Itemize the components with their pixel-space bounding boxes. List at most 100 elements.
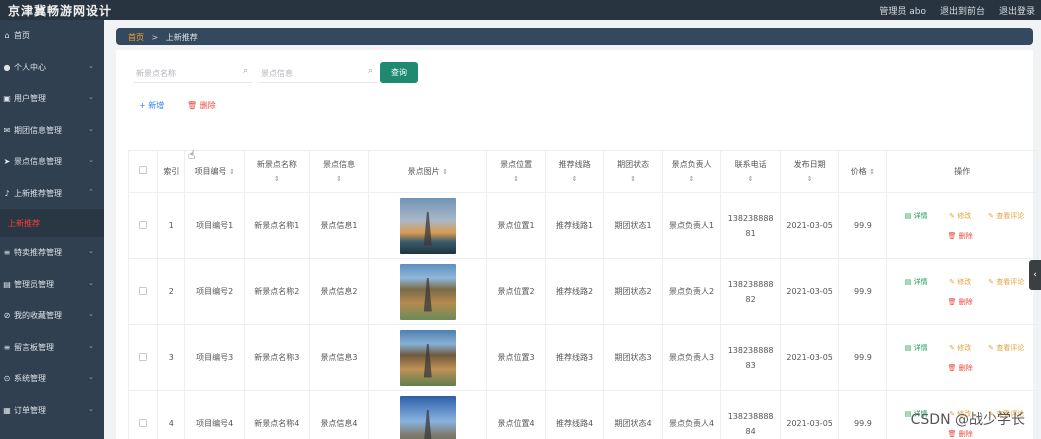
row-checkbox[interactable] [139, 220, 148, 229]
settings-icon: ⊙ [3, 374, 11, 384]
scenic-thumbnail[interactable] [399, 395, 456, 439]
sidebar-item[interactable]: ● 个人中心 ⌄ [0, 52, 104, 84]
back-to-front-link[interactable]: 退出到前台 [940, 4, 985, 17]
view-reviews-button[interactable]: ✎ 查看评论 [982, 277, 1030, 287]
col-info-label: 景点信息 [322, 159, 355, 169]
cell-image [368, 324, 488, 391]
batch-delete-button[interactable]: 🗑 删除 [187, 100, 216, 111]
cell-date: 2021-03-05 [779, 324, 840, 391]
col-price[interactable]: 价格 ⇕ [838, 150, 888, 193]
detail-button[interactable]: ▤ 详情 [894, 211, 938, 221]
row-checkbox[interactable] [139, 418, 148, 427]
breadcrumb-home[interactable]: 首页 [128, 33, 144, 42]
top-header: 京津冀畅游网设计 管理员 abo 退出到前台 退出登录 [0, 0, 1041, 20]
cell-info: 景点信息3 [308, 324, 370, 391]
cell-owner: 景点负责人1 [661, 192, 722, 259]
delete-button[interactable]: 🗑 删除 [938, 231, 982, 241]
detail-button[interactable]: ▤ 详情 [894, 277, 938, 287]
phone-line-2: 82 [745, 294, 756, 304]
sidebar-item[interactable]: ▤ 管理员管理 ⌄ [0, 269, 104, 301]
cell-phone: 138238888 81 [720, 192, 781, 259]
sidebar: ⌂ 首页 ● 个人中心 ⌄ ▣ 用户管理 ⌄ ✉ 期团信息管理 ⌄ ➤ 景点信息管理 ⌄ ♪ 上新推荐管理 ⌃ 上… [0, 20, 104, 439]
edit-button[interactable]: ✎ 修改 [938, 277, 982, 287]
search-info-input[interactable]: 景点信息 ⌕ [259, 62, 377, 83]
chevron-down-icon: ⌄ [88, 310, 94, 318]
col-owner[interactable]: 景点负责人 ⇕ [661, 150, 722, 193]
col-status[interactable]: 期团状态 ⇕ [603, 150, 663, 193]
delete-button[interactable]: 🗑 删除 [938, 429, 982, 439]
scenic-thumbnail[interactable] [399, 329, 456, 386]
data-table: 索引 项目编号 ⇕ 新景点名称 ⇕ 景点信息 ⇕ 景点图片 ⇕ 景点位置 ⇕ 推荐线路… [127, 150, 1038, 439]
table-row[interactable]: 1 项目编号1 新景点名称1 景点信息1 景点位置1 推荐线路1 期团状态1 景点负责人1 13… [127, 192, 1038, 259]
sidebar-item[interactable]: ⊘ 我的收藏管理 ⌄ [0, 300, 104, 332]
sidebar-item[interactable]: ⊙ 系统管理 ⌄ [0, 363, 104, 395]
col-name[interactable]: 新景点名称 ⇕ [243, 150, 310, 193]
delete-label: 删除 [958, 363, 973, 372]
sidebar-item[interactable]: ▣ 用户管理 ⌄ [0, 83, 104, 115]
detail-button[interactable]: ▤ 详情 [894, 343, 938, 353]
col-image[interactable]: 景点图片 ⇕ [368, 150, 488, 193]
cell-info: 景点信息1 [308, 192, 370, 259]
cell-route: 推荐线路3 [544, 324, 605, 391]
sidebar-item[interactable]: ✉ 期团信息管理 ⌄ [0, 115, 104, 147]
cell-ops: ▤ 详情 ✎ 修改 ✎ 查看评论 🗑 删除 [886, 192, 1038, 259]
search-name-input[interactable]: 新景点名称 ⌕ [134, 62, 252, 83]
col-route[interactable]: 推荐线路 ⇕ [544, 150, 605, 193]
query-button[interactable]: 查询 [380, 62, 418, 83]
edit-button[interactable]: ✎ 修改 [938, 211, 982, 221]
cell-location: 景点位置2 [486, 258, 546, 325]
col-phone[interactable]: 联系电话 ⇕ [720, 150, 781, 193]
col-date-label: 发布日期 [793, 159, 826, 169]
delete-button[interactable]: 🗑 删除 [938, 363, 982, 373]
table-row[interactable]: 4 项目编号4 新景点名称4 景点信息4 景点位置4 推荐线路4 期团状态4 景点负责人4 13… [127, 390, 1038, 439]
delete-button[interactable]: 🗑 删除 [938, 297, 982, 307]
edit-label: 修改 [957, 343, 972, 352]
col-info[interactable]: 景点信息 ⇕ [308, 150, 370, 193]
row-checkbox[interactable] [139, 286, 148, 295]
cell-date: 2021-03-05 [779, 258, 840, 325]
add-button[interactable]: + 新增 [139, 100, 164, 111]
cell-name: 新景点名称3 [243, 324, 310, 391]
sidebar-item-label: 个人中心 [14, 62, 46, 72]
view-reviews-label: 查看评论 [996, 211, 1025, 220]
scenic-thumbnail[interactable] [399, 263, 456, 320]
chevron-down-icon: ⌄ [88, 373, 94, 381]
cell-info: 景点信息4 [308, 390, 370, 439]
sidebar-item[interactable]: ≡ 特卖推荐管理 ⌄ [0, 237, 104, 269]
sort-icon: ⇕ [747, 174, 754, 183]
edit-icon: ✎ [988, 211, 995, 220]
detail-icon: ▤ [904, 343, 912, 352]
table-row[interactable]: 2 项目编号2 新景点名称2 景点信息2 景点位置2 推荐线路2 期团状态2 景点负责人2 13… [127, 258, 1038, 325]
table-row[interactable]: 3 项目编号3 新景点名称3 景点信息3 景点位置3 推荐线路3 期团状态3 景点负责人3 13… [127, 324, 1038, 391]
sidebar-item[interactable]: ▦ 订单管理 ⌄ [0, 395, 104, 427]
admin-user-label[interactable]: 管理员 abo [879, 4, 926, 17]
col-location[interactable]: 景点位置 ⇕ [486, 150, 546, 193]
row-checkbox[interactable] [139, 352, 148, 361]
col-location-label: 景点位置 [500, 159, 533, 169]
trash-icon: 🗑 [947, 297, 957, 306]
col-date[interactable]: 发布日期 ⇕ [779, 150, 840, 193]
cell-owner: 景点负责人3 [661, 324, 722, 391]
sidebar-item-label: 特卖推荐管理 [14, 248, 62, 258]
sort-icon: ⇕ [273, 174, 280, 183]
collapse-tab[interactable]: ‹ [1029, 260, 1041, 290]
sidebar-item[interactable]: ≡ 留言板管理 ⌄ [0, 332, 104, 364]
sidebar-item[interactable]: ➤ 景点信息管理 ⌄ [0, 146, 104, 178]
cell-owner: 景点负责人2 [661, 258, 722, 325]
breadcrumb: 首页 > 上新推荐 [116, 28, 1033, 45]
col-ops: 操作 [886, 150, 1038, 193]
sidebar-subitem-active[interactable]: 上新推荐 [0, 209, 104, 237]
sidebar-item[interactable]: ⌂ 首页 [0, 20, 104, 52]
edit-button[interactable]: ✎ 修改 [938, 343, 982, 353]
logout-link[interactable]: 退出登录 [999, 4, 1035, 17]
view-reviews-button[interactable]: ✎ 查看评论 [982, 211, 1030, 221]
sidebar-item[interactable]: ♪ 上新推荐管理 ⌃ [0, 178, 104, 210]
col-status-label: 期团状态 [617, 159, 650, 169]
cell-route: 推荐线路4 [544, 390, 605, 439]
scenic-thumbnail[interactable] [399, 197, 456, 254]
select-all-checkbox[interactable] [139, 165, 148, 174]
cell-index: 1 [157, 192, 186, 259]
cell-code: 项目编号4 [184, 390, 245, 439]
cell-location: 景点位置3 [486, 324, 546, 391]
view-reviews-button[interactable]: ✎ 查看评论 [982, 343, 1030, 353]
